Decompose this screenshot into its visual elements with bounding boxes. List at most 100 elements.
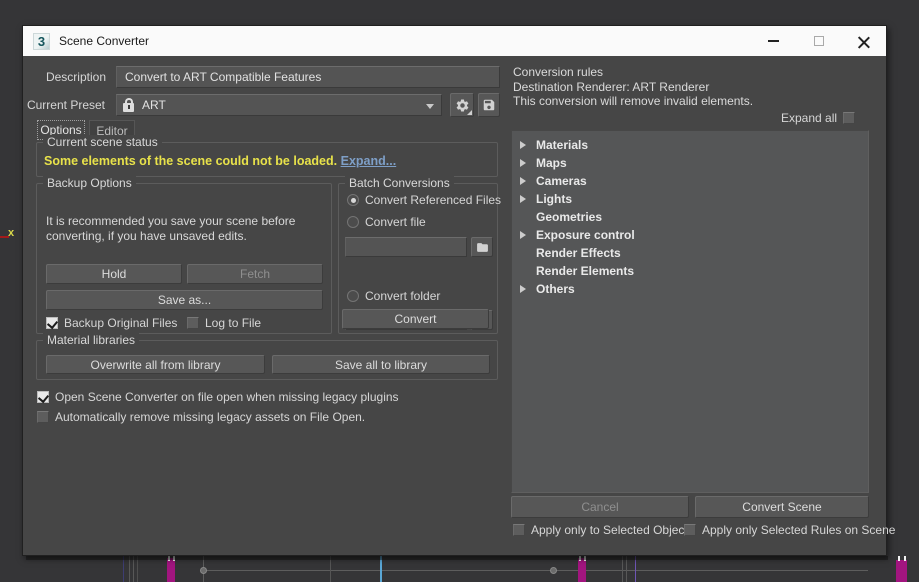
close-icon xyxy=(858,35,870,47)
description-value: Convert to ART Compatible Features xyxy=(125,70,321,84)
material-libraries-title: Material libraries xyxy=(43,333,139,347)
tree-item-label: Render Effects xyxy=(536,246,621,260)
auto-remove-legacy-checkbox[interactable]: Automatically remove missing legacy asse… xyxy=(37,410,365,424)
log-to-file-label: Log to File xyxy=(205,316,261,330)
apply-only-selected-rules-checkbox[interactable]: Apply only Selected Rules on Scene xyxy=(684,523,895,537)
tree-item-maps[interactable]: Maps xyxy=(512,154,868,172)
warning-text: Some elements of the scene could not be … xyxy=(44,154,337,168)
checkbox-checked-icon[interactable] xyxy=(46,317,58,329)
save-all-to-library-button[interactable]: Save all to library xyxy=(272,355,490,374)
flyout-corner-icon xyxy=(467,110,472,115)
trackbar-key-marker[interactable] xyxy=(896,560,907,582)
save-icon xyxy=(482,98,496,112)
expand-link[interactable]: Expand... xyxy=(341,154,397,168)
expand-arrow-icon[interactable] xyxy=(520,195,526,203)
tree-item-label: Geometries xyxy=(536,210,602,224)
tree-item-others[interactable]: Others xyxy=(512,280,868,298)
expand-arrow-icon[interactable] xyxy=(520,177,526,185)
expand-arrow-icon[interactable] xyxy=(520,159,526,167)
open-scene-converter-label: Open Scene Converter on file open when m… xyxy=(55,390,399,404)
preset-settings-button[interactable] xyxy=(450,93,474,117)
current-scene-status-group: Current scene status Some elements of th… xyxy=(36,142,498,177)
description-field[interactable]: Convert to ART Compatible Features xyxy=(116,66,500,88)
radio-unselected-icon[interactable] xyxy=(347,290,359,302)
checkbox-unchecked-icon[interactable] xyxy=(684,524,696,536)
backup-original-files-label: Backup Original Files xyxy=(64,316,177,330)
fetch-button[interactable]: Fetch xyxy=(187,264,323,284)
convert-scene-button[interactable]: Convert Scene xyxy=(695,496,869,518)
tree-item-lights[interactable]: Lights xyxy=(512,190,868,208)
maximize-button[interactable] xyxy=(796,26,841,56)
tree-item-render-effects[interactable]: Render Effects xyxy=(512,244,868,262)
tree-item-label: Lights xyxy=(536,192,572,206)
maximize-icon xyxy=(814,36,824,46)
expand-arrow-icon[interactable] xyxy=(520,285,526,293)
backup-original-files-checkbox[interactable]: Backup Original Files xyxy=(46,316,177,330)
convert-referenced-files-radio[interactable]: Convert Referenced Files xyxy=(347,193,501,207)
tree-item-geometries[interactable]: Geometries xyxy=(512,208,868,226)
backup-note-line2: converting, if you have unsaved edits. xyxy=(46,229,295,244)
backup-options-title: Backup Options xyxy=(43,176,136,190)
trackbar-key-marker[interactable] xyxy=(167,558,175,582)
convert-file-label: Convert file xyxy=(365,215,426,229)
tree-item-label: Cameras xyxy=(536,174,587,188)
tree-item-cameras[interactable]: Cameras xyxy=(512,172,868,190)
convert-file-radio[interactable]: Convert file xyxy=(347,215,426,229)
apply-only-selected-objects-checkbox[interactable]: Apply only to Selected Objects xyxy=(513,523,694,537)
title-bar[interactable]: 3 Scene Converter xyxy=(23,26,886,56)
convert-referenced-files-label: Convert Referenced Files xyxy=(365,193,501,207)
preset-value: ART xyxy=(142,98,166,112)
cancel-button[interactable]: Cancel xyxy=(511,496,689,518)
tree-item-exposure-control[interactable]: Exposure control xyxy=(512,226,868,244)
scene-status-warning: Some elements of the scene could not be … xyxy=(44,154,396,168)
checkbox-unchecked-icon[interactable] xyxy=(843,112,855,124)
checkbox-unchecked-icon[interactable] xyxy=(37,411,49,423)
backup-note-line1: It is recommended you save your scene be… xyxy=(46,214,295,229)
material-libraries-group: Material libraries Overwrite all from li… xyxy=(36,340,498,380)
convert-file-path-input[interactable] xyxy=(345,237,467,257)
apply-only-selected-objects-label: Apply only to Selected Objects xyxy=(531,523,694,537)
conversion-rules-tree: Materials Maps Cameras Lights Geometries… xyxy=(511,130,869,493)
apply-only-selected-rules-label: Apply only Selected Rules on Scene xyxy=(702,523,895,537)
close-button[interactable] xyxy=(841,26,886,56)
tree-item-materials[interactable]: Materials xyxy=(512,136,868,154)
expand-all-checkbox[interactable]: Expand all xyxy=(781,111,855,125)
log-to-file-checkbox[interactable]: Log to File xyxy=(187,316,261,330)
scene-converter-window: 3 Scene Converter Description Convert to… xyxy=(22,25,887,556)
overwrite-all-from-library-button[interactable]: Overwrite all from library xyxy=(46,355,265,374)
hold-button[interactable]: Hold xyxy=(46,264,182,284)
checkbox-unchecked-icon[interactable] xyxy=(187,317,199,329)
batch-conversions-title: Batch Conversions xyxy=(345,176,454,190)
destination-renderer-text: Destination Renderer: ART Renderer xyxy=(513,80,709,94)
open-scene-converter-checkbox[interactable]: Open Scene Converter on file open when m… xyxy=(37,390,399,404)
convert-folder-radio[interactable]: Convert folder xyxy=(347,289,440,303)
checkbox-checked-icon[interactable] xyxy=(37,391,49,403)
window-title: Scene Converter xyxy=(59,34,149,48)
minimize-button[interactable] xyxy=(751,26,796,56)
browse-file-button[interactable] xyxy=(471,237,493,257)
trackbar-tick xyxy=(904,556,906,561)
checkbox-unchecked-icon[interactable] xyxy=(513,524,525,536)
save-preset-button[interactable] xyxy=(478,93,500,117)
tree-item-label: Render Elements xyxy=(536,264,634,278)
conversion-note-text: This conversion will remove invalid elem… xyxy=(513,94,753,108)
folder-icon xyxy=(476,241,489,254)
trackbar-knob[interactable] xyxy=(550,567,557,574)
3dsmax-logo-icon: 3 xyxy=(33,33,50,50)
trackbar-key-marker[interactable] xyxy=(578,558,586,582)
trackbar-knob[interactable] xyxy=(200,567,207,574)
expand-arrow-icon[interactable] xyxy=(520,231,526,239)
radio-selected-icon[interactable] xyxy=(347,194,359,206)
radio-unselected-icon[interactable] xyxy=(347,216,359,228)
chevron-down-icon xyxy=(426,104,434,109)
convert-folder-label: Convert folder xyxy=(365,289,440,303)
convert-button[interactable]: Convert xyxy=(342,309,489,329)
current-scene-status-title: Current scene status xyxy=(43,135,162,149)
save-as-button[interactable]: Save as... xyxy=(46,290,323,310)
preset-dropdown[interactable]: ART xyxy=(116,94,442,116)
tree-item-label: Others xyxy=(536,282,575,296)
current-preset-label: Current Preset xyxy=(23,98,105,112)
expand-arrow-icon[interactable] xyxy=(520,141,526,149)
desktop-background: x 3 Scene Converter Description xyxy=(0,0,919,582)
tree-item-render-elements[interactable]: Render Elements xyxy=(512,262,868,280)
